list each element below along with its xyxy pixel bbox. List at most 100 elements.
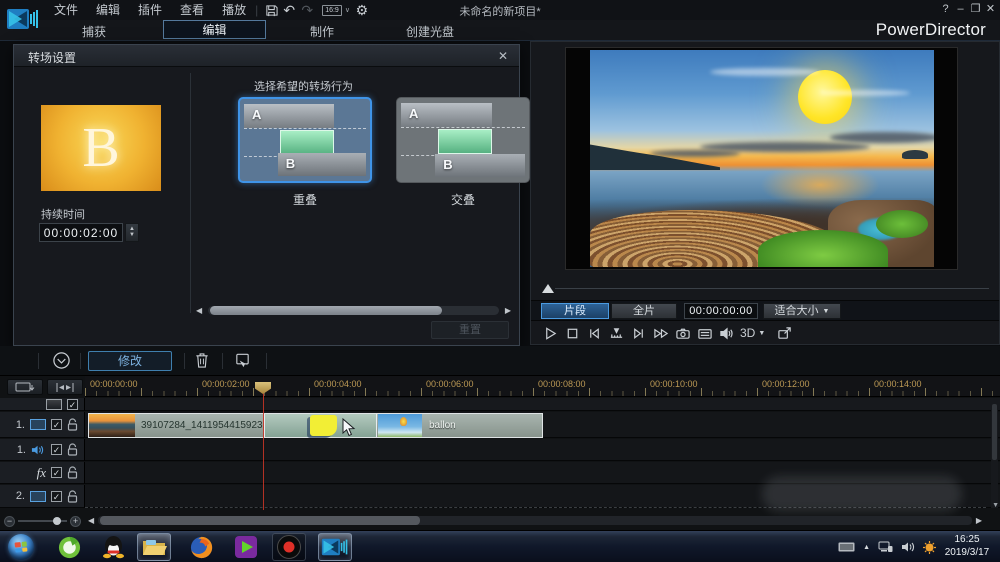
taskbar-powerdirector-icon[interactable] (318, 533, 352, 561)
menu-play[interactable]: 播放 (213, 0, 255, 20)
clock-time: 16:25 (938, 533, 996, 546)
zoom-in-icon[interactable]: + (70, 516, 81, 527)
dialog-horizontal-scrollbar[interactable]: ◀ ▶ (196, 305, 511, 316)
snapshot-camera-icon[interactable] (674, 325, 691, 342)
delete-trash-icon[interactable] (194, 352, 210, 372)
menu-edit[interactable]: 编辑 (87, 0, 129, 20)
network-icon[interactable] (878, 541, 893, 553)
preview-quality-icon[interactable] (696, 325, 713, 342)
transition-effect-icon[interactable] (310, 415, 337, 436)
scroll-right-icon[interactable]: ▶ (505, 306, 511, 315)
detach-window-icon[interactable] (776, 325, 793, 342)
scrollbar-thumb[interactable] (100, 516, 420, 525)
aspect-chevron-icon[interactable]: ∨ (345, 6, 350, 14)
close-button[interactable]: ✕ (983, 1, 998, 17)
duration-stepper[interactable]: ▲ ▼ (125, 223, 139, 242)
scroll-left-icon[interactable]: ◀ (196, 306, 202, 315)
play-button[interactable] (542, 325, 559, 342)
duration-input[interactable]: 00:00:02:00 (39, 223, 123, 242)
taskbar-screen-recorder-icon[interactable] (272, 533, 306, 561)
volume-icon[interactable] (718, 325, 735, 342)
track-enable-checkbox[interactable]: ✓ (51, 467, 62, 478)
tab-create-disc[interactable]: 创建光盘 (406, 23, 454, 40)
timeline-ruler[interactable]: 00:00:00:00 00:00:02:00 00:00:04:00 00:0… (85, 376, 1000, 397)
transition-option-cross[interactable]: A B (396, 97, 530, 183)
undo-icon[interactable]: ↶ (280, 1, 298, 19)
mouse-cursor (342, 418, 356, 440)
track-lock-icon[interactable] (67, 443, 78, 456)
timeline-vertical-scrollbar[interactable] (991, 398, 998, 508)
settings-gear-icon[interactable]: ⚙ (353, 1, 371, 19)
redo-icon[interactable]: ↷ (298, 1, 316, 19)
zoom-slider-track[interactable] (18, 520, 67, 522)
stop-button[interactable] (564, 325, 581, 342)
help-button[interactable]: ? (938, 1, 953, 17)
tab-edit[interactable]: 编辑 (163, 20, 266, 39)
scrollbar-thumb[interactable] (210, 306, 442, 315)
seek-marker-button[interactable] (608, 325, 625, 342)
taskbar-qq-icon[interactable] (96, 533, 130, 561)
track-lock-icon[interactable] (67, 418, 78, 431)
audio-track-icon (31, 444, 46, 456)
previous-frame-button[interactable] (586, 325, 603, 342)
zoom-out-icon[interactable]: − (4, 516, 15, 527)
modify-button[interactable]: 修改 (88, 351, 172, 371)
aspect-ratio-selector[interactable]: 16:9 (322, 5, 342, 16)
transition-segment[interactable] (264, 414, 376, 437)
track-lock-icon[interactable] (67, 466, 78, 479)
taskbar-clock[interactable]: 16:25 2019/3/17 (938, 533, 996, 559)
dialog-header[interactable]: 转场设置 ✕ (14, 45, 519, 67)
scroll-down-icon[interactable]: ▼ (992, 502, 999, 509)
preview-timecode[interactable]: 00:00:00:00 (684, 303, 758, 319)
save-icon[interactable] (262, 1, 280, 19)
stepper-down-icon[interactable]: ▼ (129, 233, 135, 238)
track-row-video-1[interactable]: 39107284_1411954415923.mth ballon (85, 412, 1000, 438)
taskbar-media-player-icon[interactable] (229, 533, 263, 561)
scroll-right-icon[interactable]: ▶ (976, 516, 982, 525)
track-lock-icon[interactable] (67, 490, 78, 503)
scrollbar-thumb[interactable] (992, 404, 997, 460)
track-enable-checkbox[interactable]: ✓ (67, 399, 78, 410)
start-button[interactable] (8, 534, 34, 560)
3d-mode-dropdown[interactable]: 3D ▼ (740, 326, 765, 340)
seek-handle[interactable] (542, 284, 554, 293)
volume-tray-icon[interactable] (901, 541, 915, 553)
snap-toggle-button[interactable] (47, 379, 83, 395)
transition-option-overlap[interactable]: A B (238, 97, 372, 183)
input-method-icon[interactable] (838, 542, 855, 552)
menu-view[interactable]: 查看 (171, 0, 213, 20)
clip-mode-button[interactable]: 片段 (541, 303, 609, 319)
menu-plugins[interactable]: 插件 (129, 0, 171, 20)
taskbar-firefox-icon[interactable] (184, 533, 218, 561)
timeline-horizontal-scrollbar[interactable]: ◀ ▶ (88, 514, 982, 526)
taskbar-360-browser-icon[interactable] (52, 533, 86, 561)
zoom-slider-knob[interactable] (53, 517, 61, 525)
zoom-fit-dropdown[interactable]: 适合大小 ▼ (763, 303, 841, 319)
movie-mode-button[interactable]: 全片 (611, 303, 677, 319)
dialog-close-icon[interactable]: ✕ (495, 48, 511, 64)
restore-button[interactable]: ❐ (968, 1, 983, 17)
menu-file[interactable]: 文件 (45, 0, 87, 20)
track-enable-checkbox[interactable]: ✓ (51, 491, 62, 502)
tab-capture[interactable]: 捕获 (82, 23, 106, 40)
select-clip-icon[interactable] (234, 352, 251, 372)
track-enable-checkbox[interactable]: ✓ (51, 444, 62, 455)
scroll-left-icon[interactable]: ◀ (88, 516, 94, 525)
next-frame-button[interactable] (630, 325, 647, 342)
selected-clip-group[interactable]: 39107284_1411954415923.mth ballon (88, 413, 543, 438)
track-row-master[interactable] (85, 398, 1000, 411)
tab-produce[interactable]: 制作 (310, 23, 334, 40)
timeline-zoom-slider: − + (0, 512, 85, 530)
track-enable-checkbox[interactable]: ✓ (51, 419, 62, 430)
taskbar-explorer-icon[interactable] (137, 533, 171, 561)
security-tray-icon[interactable] (923, 541, 936, 554)
fast-forward-button[interactable] (652, 325, 669, 342)
clip-ballon[interactable]: ballon (376, 414, 542, 437)
minimize-button[interactable]: – (953, 1, 968, 17)
tray-expand-icon[interactable]: ▲ (863, 544, 870, 551)
reset-button[interactable]: 重置 (431, 321, 509, 339)
duration-clock-icon[interactable] (52, 351, 71, 373)
seek-track[interactable] (555, 288, 989, 289)
track-row-audio-1[interactable] (85, 439, 1000, 461)
track-manager-button[interactable] (7, 379, 43, 395)
